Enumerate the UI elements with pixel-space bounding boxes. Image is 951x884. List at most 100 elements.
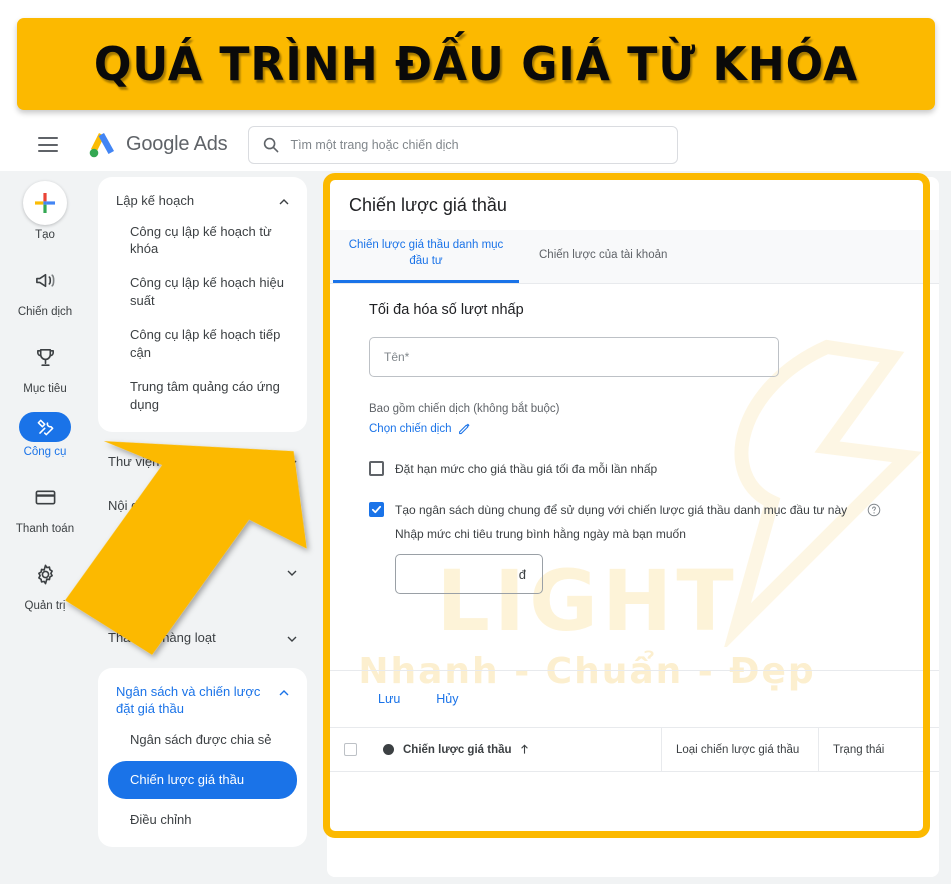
rail-item-cong-cu[interactable]: Công cụ — [0, 412, 90, 458]
nav-item-shared-library-label: Thư viện chia sẻ — [108, 454, 205, 470]
strategy-name-input[interactable]: Tên* — [369, 337, 779, 377]
tab-account-strategies[interactable]: Chiến lược của tài khoản — [525, 230, 681, 283]
chevron-down-icon — [287, 460, 297, 467]
nav-item-keyword-planner[interactable]: Công cụ lập kế hoạch từ khóa — [98, 215, 307, 267]
chevron-up-icon — [279, 689, 289, 696]
rail-item-quan-tri[interactable]: Quản trị — [0, 552, 90, 612]
select-all-cell[interactable] — [327, 743, 373, 756]
bid-strategy-panel: LIGHT Nhanh - Chuẩn - Đẹp Chiến lược giá… — [327, 177, 939, 877]
nav-item-bulk-actions[interactable]: Thao tác hàng loạt — [90, 616, 315, 660]
column-header-type-label: Loại chiến lược giá thầu — [676, 743, 800, 756]
brand-ads: Ads — [193, 133, 228, 155]
table-header-row: Chiến lược giá thầu Loại chiến lược giá … — [327, 728, 939, 772]
strategy-name-placeholder: Tên* — [384, 350, 410, 364]
form-actions: Lưu Hủy — [327, 670, 939, 727]
max-cpc-limit-row[interactable]: Đặt hạn mức cho giá thầu giá tối đa mỗi … — [369, 461, 913, 476]
cancel-button[interactable]: Hủy — [427, 687, 467, 711]
daily-spend-note: Nhập mức chi tiêu trung bình hằng ngày m… — [395, 527, 686, 541]
column-header-name-label: Chiến lược giá thầu — [403, 743, 512, 756]
nav-item-app-ads-hub[interactable]: Trung tâm quảng cáo ứng dụng — [98, 370, 307, 422]
main-content: LIGHT Nhanh - Chuẩn - Đẹp Chiến lược giá… — [315, 171, 951, 884]
rail-label-muc-tieu: Mục tiêu — [23, 383, 67, 395]
select-all-checkbox[interactable] — [343, 743, 357, 756]
save-button[interactable]: Lưu — [369, 687, 409, 711]
search-input[interactable]: Tìm một trang hoặc chiến dịch — [248, 125, 679, 164]
shared-budget-label: Tạo ngân sách dùng chung để sử dụng với … — [395, 502, 848, 517]
nav-group-budget: Ngân sách và chiến lược đặt giá thầu Ngâ… — [98, 667, 307, 847]
help-icon[interactable] — [867, 503, 881, 517]
nav-group-plan-header[interactable]: Lập kế hoạch — [98, 187, 307, 215]
rail-label-thanh-toan: Thanh toán — [15, 523, 75, 535]
nav-item-hidden[interactable] — [90, 527, 315, 616]
nav-flat-list: Thư viện chia sẻ Nội dung nh Thao tác hà… — [90, 440, 315, 660]
bid-strategy-form: Tối đa hóa số lượt nhấp Tên* Bao gồm chi… — [327, 284, 939, 594]
select-campaigns-label: Chọn chiến dịch — [369, 422, 452, 435]
brand-google: Google — [126, 133, 190, 155]
banner-title: QUÁ TRÌNH ĐẤU GIÁ TỪ KHÓA — [93, 37, 859, 91]
nav-item-reach-planner[interactable]: Công cụ lập kế hoạch tiếp cận — [98, 318, 307, 370]
megaphone-icon — [23, 258, 67, 302]
search-placeholder: Tìm một trang hoặc chiến dịch — [290, 137, 459, 152]
screenshot-root: QUÁ TRÌNH ĐẤU GIÁ TỪ KHÓA Google Ads Tìm… — [0, 0, 951, 884]
nav-group-plan-title: Lập kế hoạch — [116, 193, 195, 208]
max-cpc-limit-label: Đặt hạn mức cho giá thầu giá tối đa mỗi … — [395, 461, 658, 476]
currency-symbol: đ — [518, 566, 526, 582]
google-ads-app: Google Ads Tìm một trang hoặc chiến dịch — [0, 118, 951, 884]
status-dot — [382, 744, 394, 755]
gear-icon — [23, 552, 67, 596]
nav-item-content-label: Nội dung nh — [108, 497, 179, 513]
icon-rail: Tạo Chiến dịch Mục tiêu Công cụ Thanh to… — [0, 171, 90, 884]
rail-label-quan-tri: Quản trị — [24, 600, 66, 612]
max-cpc-limit-checkbox[interactable] — [369, 461, 384, 476]
form-heading: Tối đa hóa số lượt nhấp — [369, 302, 524, 318]
rail-item-muc-tieu[interactable]: Mục tiêu — [0, 335, 90, 395]
bid-strategies-table: Chiến lược giá thầu Loại chiến lược giá … — [327, 727, 939, 877]
daily-budget-input[interactable]: đ — [395, 554, 543, 594]
include-campaigns-label: Bao gồm chiến dịch (không bắt buộc) — [369, 403, 560, 415]
checkmark-icon — [371, 505, 382, 514]
rail-label-tao: Tạo — [35, 229, 55, 241]
nav-group-budget-header[interactable]: Ngân sách và chiến lược đặt giá thầu — [98, 678, 307, 723]
search-icon — [264, 137, 279, 152]
column-header-status-label: Trạng thái — [833, 743, 885, 756]
status-dot-cell — [373, 744, 403, 755]
rail-item-chien-dich[interactable]: Chiến dịch — [0, 258, 90, 318]
tab-bar: Chiến lược giá thầu danh mục đầu tư Chiế… — [327, 230, 939, 284]
nav-group-budget-title: Ngân sách và chiến lược đặt giá thầu — [116, 683, 261, 717]
shared-budget-row[interactable]: Tạo ngân sách dùng chung để sử dụng với … — [369, 502, 913, 517]
nav-item-performance-planner[interactable]: Công cụ lập kế hoạch hiệu suất — [98, 266, 307, 318]
rail-label-cong-cu: Công cụ — [23, 446, 67, 458]
nav-item-adjustments[interactable]: Điều chỉnh — [98, 803, 307, 837]
plus-icon — [23, 181, 67, 225]
google-ads-logo: Google Ads — [87, 132, 228, 158]
nav-item-bid-strategies[interactable]: Chiến lược giá thầu — [108, 760, 297, 799]
pencil-icon — [459, 423, 471, 435]
nav-item-shared-budget[interactable]: Ngân sách được chia sẻ — [98, 723, 307, 757]
ads-triangle-icon — [89, 132, 114, 157]
trophy-icon — [23, 335, 67, 379]
brand-label: Google Ads — [126, 133, 228, 156]
nav-item-content[interactable]: Nội dung nh — [90, 484, 315, 528]
secondary-nav: Lập kế hoạch Công cụ lập kế hoạch từ khó… — [90, 171, 315, 884]
arrow-up-icon — [520, 744, 528, 754]
tab-portfolio-bid-strategies[interactable]: Chiến lược giá thầu danh mục đầu tư — [327, 230, 525, 283]
column-header-type[interactable]: Loại chiến lược giá thầu — [662, 728, 819, 771]
column-header-name[interactable]: Chiến lược giá thầu — [403, 728, 662, 771]
shared-budget-checkbox[interactable] — [369, 502, 384, 517]
column-header-status[interactable]: Trạng thái — [819, 728, 939, 771]
select-campaigns-link[interactable]: Chọn chiến dịch — [369, 422, 913, 435]
table-body-empty — [327, 772, 939, 877]
rail-label-chien-dich: Chiến dịch — [17, 306, 73, 318]
credit-card-icon — [23, 475, 67, 519]
rail-item-thanh-toan[interactable]: Thanh toán — [0, 475, 90, 535]
chevron-down-icon — [287, 504, 297, 510]
tools-icon — [19, 412, 71, 442]
chevron-down-icon — [287, 570, 297, 577]
title-banner: QUÁ TRÌNH ĐẤU GIÁ TỪ KHÓA — [17, 18, 935, 110]
chevron-up-icon — [279, 199, 289, 205]
nav-item-shared-library[interactable]: Thư viện chia sẻ — [90, 440, 315, 484]
hamburger-icon[interactable] — [38, 137, 58, 152]
nav-group-plan: Lập kế hoạch Công cụ lập kế hoạch từ khó… — [98, 177, 307, 433]
rail-item-tao[interactable]: Tạo — [0, 181, 90, 241]
chevron-down-icon — [287, 636, 297, 643]
